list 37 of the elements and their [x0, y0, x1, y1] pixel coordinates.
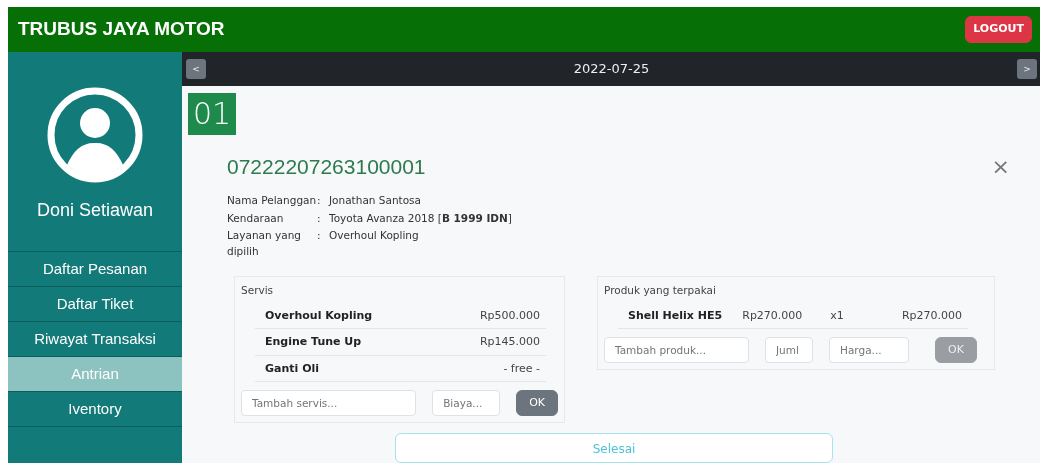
product-total: Rp270.000 [901, 307, 962, 324]
order-number: 07222207263100001 [227, 154, 426, 181]
service-name-field[interactable]: Tambah servis... [241, 390, 417, 416]
date-label: 2022-07-25 [573, 60, 650, 79]
card-title: Produk yang terpakai [604, 282, 717, 298]
field-label: Layanan yang dipilih [227, 228, 302, 259]
product-name-field[interactable]: Tambah produk... [604, 337, 749, 363]
service-name: Overhoul Kopling [265, 307, 373, 324]
separator: : [317, 228, 322, 244]
queue-number: 01 [188, 93, 237, 136]
product-price: Rp270.000 [742, 307, 803, 324]
logout-button[interactable]: LOGOUT [965, 16, 1032, 43]
user-avatar-icon [47, 87, 143, 183]
service-name: Engine Tune Up [265, 334, 362, 350]
ok-button[interactable]: OK [516, 390, 558, 416]
field-value: Toyota Avanza 2018 [B 1999 IDN] [329, 210, 513, 226]
service-price: Rp145.000 [479, 334, 540, 350]
price-field[interactable]: Harga... [829, 337, 909, 363]
separator: : [317, 192, 322, 208]
next-day-button[interactable]: > [1017, 59, 1037, 80]
field-value: Jonathan Santosa [329, 192, 422, 208]
app-brand: TRUBUS JAYA MOTOR [18, 17, 225, 42]
service-cost-field[interactable]: Biaya... [432, 390, 501, 416]
service-price: - free - [503, 360, 540, 377]
service-price: Rp500.000 [479, 307, 540, 324]
service-name: Ganti Oli [265, 360, 320, 377]
field-label: Kendaraan [227, 210, 285, 226]
close-button[interactable]: × [991, 156, 1010, 178]
previous-day-button[interactable]: < [186, 59, 206, 80]
product-quantity: x1 [830, 307, 844, 324]
separator: : [317, 210, 322, 226]
field-value: Overhoul Kopling [329, 228, 420, 244]
quantity-field[interactable]: Juml [765, 337, 813, 363]
card-title: Servis [241, 282, 275, 298]
product-name: Shell Helix HE5 [628, 307, 723, 324]
field-label: Nama Pelanggan [227, 192, 317, 208]
user-name: Doni Setiawan [36, 199, 154, 222]
